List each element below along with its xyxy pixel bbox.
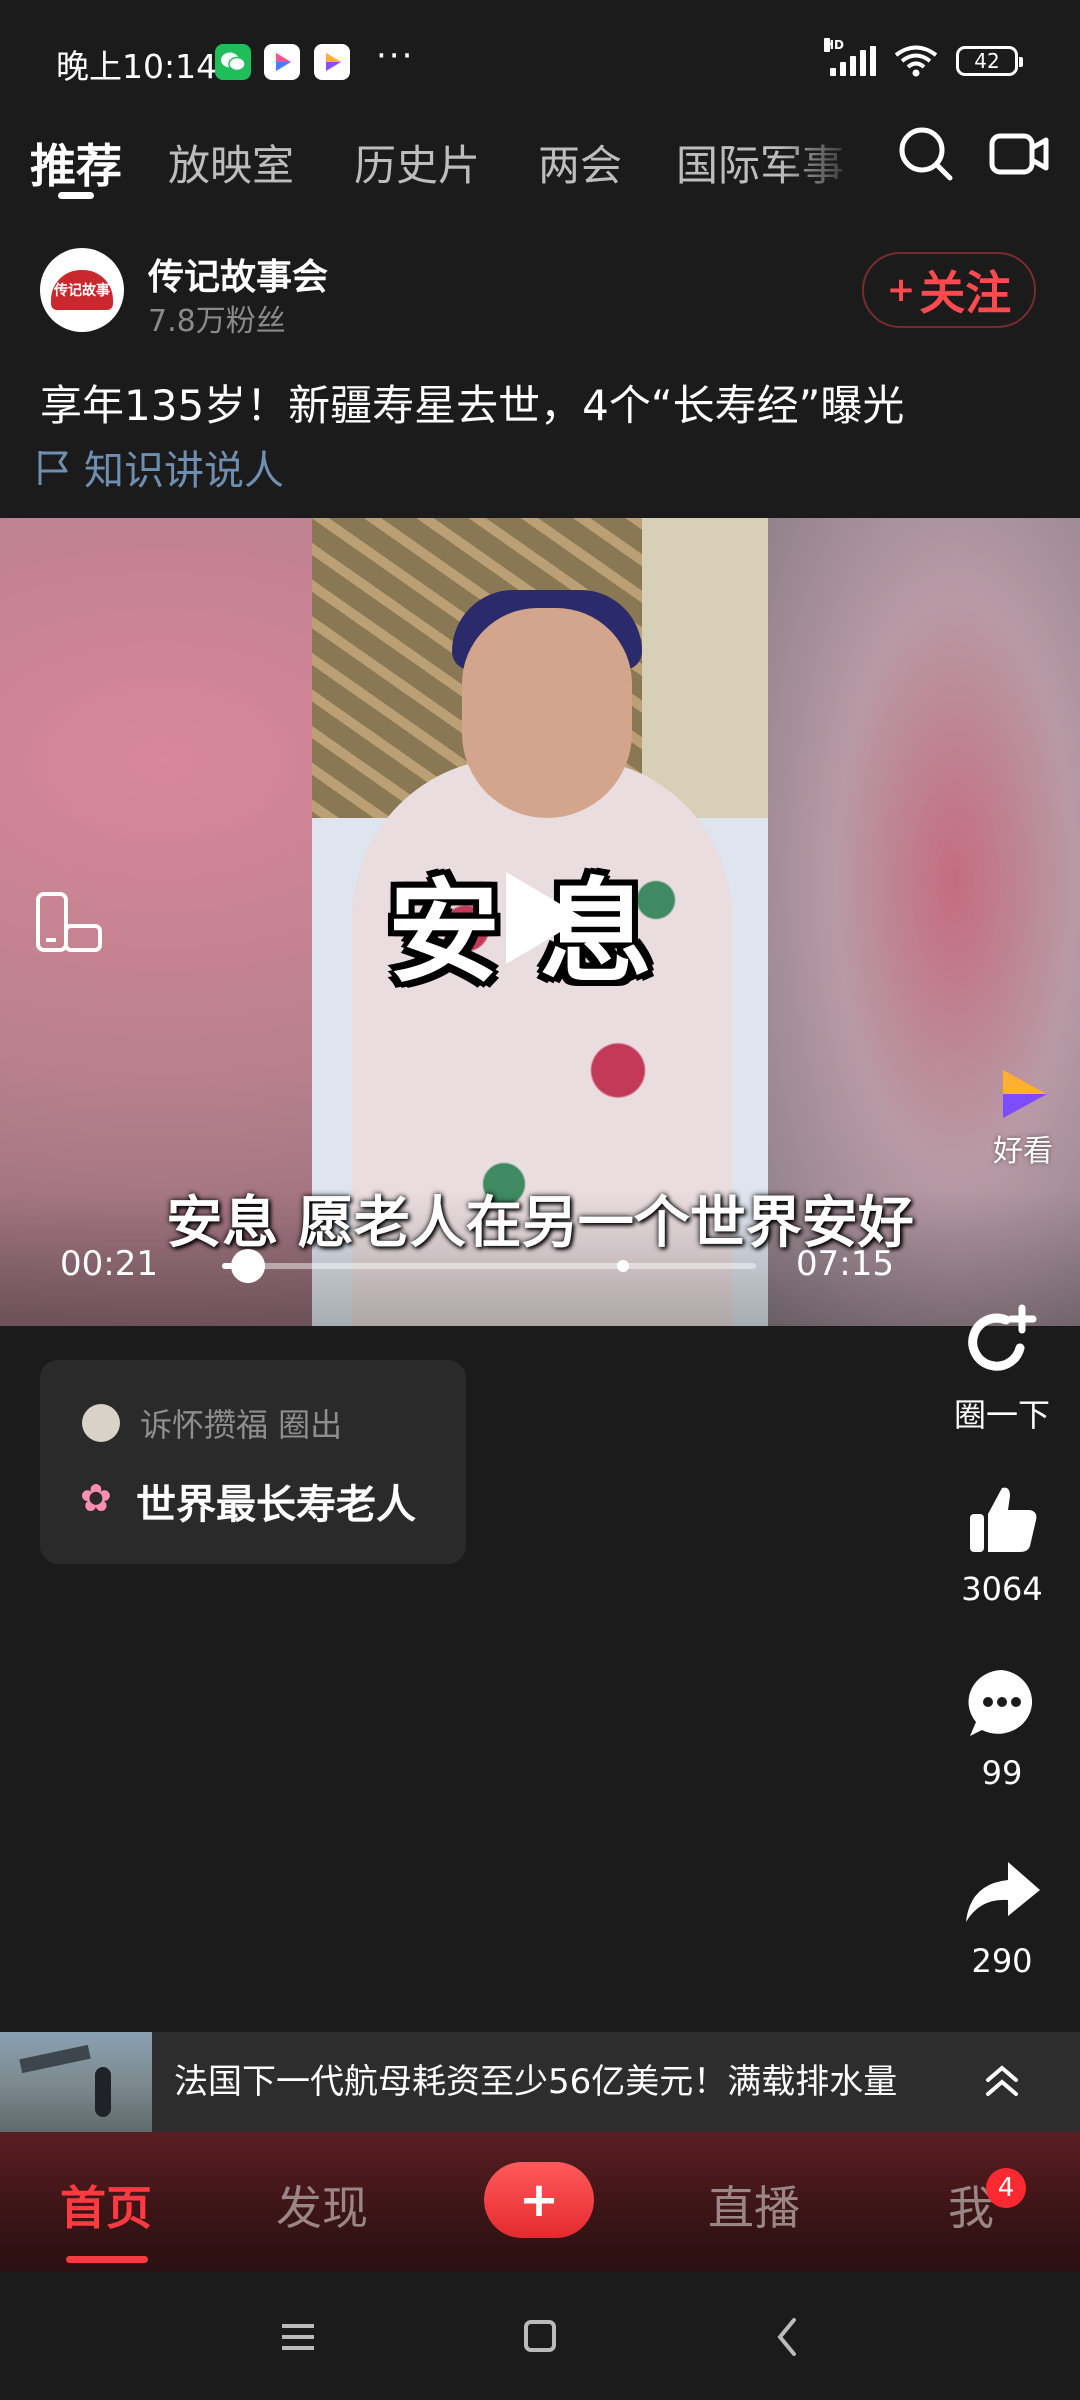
wifi-icon [894, 45, 938, 77]
video-app-notification-icon-2 [314, 44, 350, 80]
author-fans: 7.8万粉丝 [148, 304, 286, 339]
tab-fade [780, 120, 880, 210]
thumbs-up-icon [970, 1487, 1037, 1552]
follow-button[interactable]: + 关注 [862, 252, 1036, 328]
next-video-bar[interactable]: 法国下一代航母耗资至少56亿美元！满载排水量 [0, 2032, 1080, 2132]
like-action[interactable]: 3064 [940, 1480, 1064, 1608]
post-title[interactable]: 享年135岁！新疆寿星去世，4个“长寿经”曝光 [40, 372, 1040, 433]
haokan-logo-icon [1003, 1070, 1047, 1118]
haokan-label: 好看 [993, 1134, 1053, 1169]
tab-recommend[interactable]: 推荐 [30, 130, 122, 196]
share-arrow-icon [966, 1862, 1040, 1922]
home-square-icon[interactable] [510, 2312, 570, 2362]
circle-add-icon [968, 1304, 1037, 1371]
circle-action[interactable]: 圈一下 [940, 1300, 1064, 1436]
nav-home-indicator [66, 2256, 148, 2263]
nav-discover[interactable]: 发现 [276, 2172, 368, 2238]
author-avatar[interactable]: 传记故事 [40, 248, 124, 332]
comment-count: 99 [981, 1754, 1023, 1792]
share-count: 290 [971, 1942, 1033, 1980]
total-time: 07:15 [796, 1244, 894, 1284]
flag-icon [38, 451, 68, 485]
tab-two-sessions[interactable]: 两会 [538, 132, 622, 193]
nav-home[interactable]: 首页 [60, 2172, 152, 2238]
circle-user-avatar [82, 1404, 120, 1442]
author-row: 传记故事 传记故事会 7.8万粉丝 + 关注 [40, 248, 1040, 339]
network-label: HD [824, 38, 845, 52]
tab-history[interactable]: 历史片 [354, 132, 480, 193]
search-icon[interactable] [896, 124, 956, 184]
progress-knob[interactable] [231, 1249, 266, 1283]
current-time: 00:21 [60, 1244, 158, 1284]
publish-button[interactable]: + [484, 2162, 594, 2238]
elderly-woman-face [462, 608, 632, 818]
avatar-logo-text: 传记故事 [51, 270, 113, 310]
topic-link[interactable]: 知识讲说人 [36, 438, 284, 496]
buffer-marker [616, 1260, 629, 1272]
plus-icon: + [886, 270, 916, 310]
next-video-title: 法国下一代航母耗资至少56亿美元！满载排水量 [174, 2062, 898, 2102]
bottom-nav: 首页 发现 + 直播 我 4 [0, 2132, 1080, 2272]
haokan-badge[interactable]: 好看 [988, 1066, 1058, 1170]
video-subtitle: 安息 愿老人在另一个世界安好 [166, 1191, 914, 1256]
play-icon[interactable] [498, 868, 588, 968]
battery-icon: 42 [956, 46, 1023, 76]
notification-badge: 4 [986, 2168, 1026, 2208]
battery-level: 42 [974, 49, 1000, 73]
menu-icon[interactable] [268, 2312, 328, 2362]
top-tabs: 推荐 放映室 历史片 两会 国际军事 [0, 120, 1080, 220]
circle-card[interactable]: 诉怀攒福 圈出 ✿ 世界最长寿老人 [40, 1360, 466, 1564]
status-time: 晚上10:14 [56, 47, 218, 86]
follow-label: 关注 [919, 266, 1012, 320]
circle-topic: 世界最长寿老人 [136, 1482, 416, 1528]
status-bar: 晚上10:14 ··· HD 42 [0, 0, 1080, 120]
video-camera-icon[interactable] [988, 124, 1050, 184]
circle-label: 圈一下 [953, 1396, 1050, 1434]
comment-action[interactable]: 99 [940, 1664, 1064, 1792]
circle-user: 诉怀攒福 圈出 [140, 1406, 343, 1444]
author-name[interactable]: 传记故事会 [148, 248, 328, 300]
double-chevron-up-icon[interactable] [980, 2056, 1024, 2108]
more-notifications-icon: ··· [376, 36, 415, 76]
nav-live[interactable]: 直播 [708, 2172, 800, 2238]
system-nav-bar [0, 2272, 1080, 2400]
share-action[interactable]: 290 [940, 1852, 1064, 1980]
flower-icon: ✿ [80, 1476, 112, 1520]
progress-bar[interactable] [222, 1249, 756, 1283]
signal-icon: HD [824, 38, 876, 76]
comment-icon [968, 1670, 1033, 1736]
back-icon[interactable] [758, 2312, 818, 2362]
like-count: 3064 [961, 1570, 1043, 1608]
topic-label: 知识讲说人 [84, 448, 284, 494]
active-tab-indicator [58, 192, 94, 199]
tab-screening-room[interactable]: 放映室 [168, 132, 294, 193]
next-video-thumbnail [0, 2032, 152, 2132]
wechat-notification-icon [215, 44, 251, 80]
video-app-notification-icon [264, 44, 300, 80]
